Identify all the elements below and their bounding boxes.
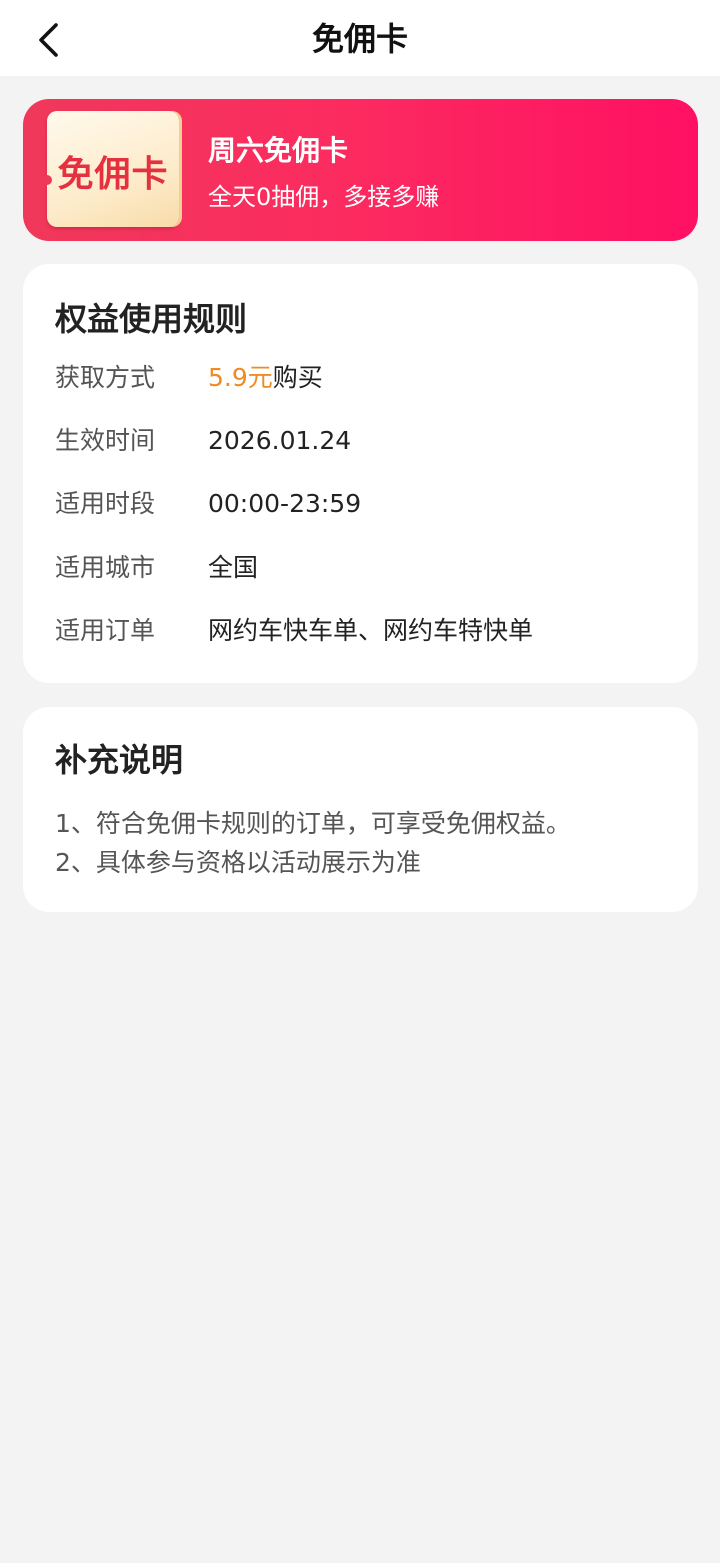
banner-subtitle: 全天0抽佣，多接多赚 — [208, 183, 440, 211]
ticket-label: 免佣卡 — [57, 154, 169, 195]
top-bar: 免佣卡 — [0, 0, 720, 76]
rule-value-time-period: 00:00-23:59 — [208, 489, 362, 518]
rule-label-orders: 适用订单 — [55, 616, 156, 645]
price-text: 5.9元 — [208, 363, 273, 392]
promo-banner: 免佣卡 周六免佣卡 全天0抽佣，多接多赚 — [23, 99, 698, 241]
banner-title: 周六免佣卡 — [208, 134, 349, 167]
rules-card: 权益使用规则 获取方式 5.9元购买 生效时间 2026.01.24 适用时段 … — [23, 264, 698, 683]
rules-title: 权益使用规则 — [55, 300, 248, 338]
rule-label-acquire: 获取方式 — [55, 363, 156, 392]
card-ticket-image: 免佣卡 — [42, 111, 179, 227]
notes-card: 补充说明 1、符合免佣卡规则的订单，可享受免佣权益。 2、具体参与资格以活动展示… — [23, 707, 698, 912]
rule-value-orders: 网约车快车单、网约车特快单 — [208, 616, 534, 645]
price-suffix: 购买 — [272, 363, 323, 392]
rule-value-acquire: 5.9元购买 — [208, 358, 323, 398]
page-title: 免佣卡 — [311, 20, 408, 58]
rule-label-time-period: 适用时段 — [55, 489, 156, 518]
rule-value-effective-time: 2026.01.24 — [208, 426, 352, 455]
rule-label-city: 适用城市 — [55, 553, 156, 582]
note-item: 1、符合免佣卡规则的订单，可享受免佣权益。 — [55, 809, 571, 838]
notes-title: 补充说明 — [55, 741, 184, 779]
rule-value-city: 全国 — [208, 553, 259, 582]
note-item: 2、具体参与资格以活动展示为准 — [55, 848, 421, 877]
rule-label-effective-time: 生效时间 — [55, 426, 156, 455]
